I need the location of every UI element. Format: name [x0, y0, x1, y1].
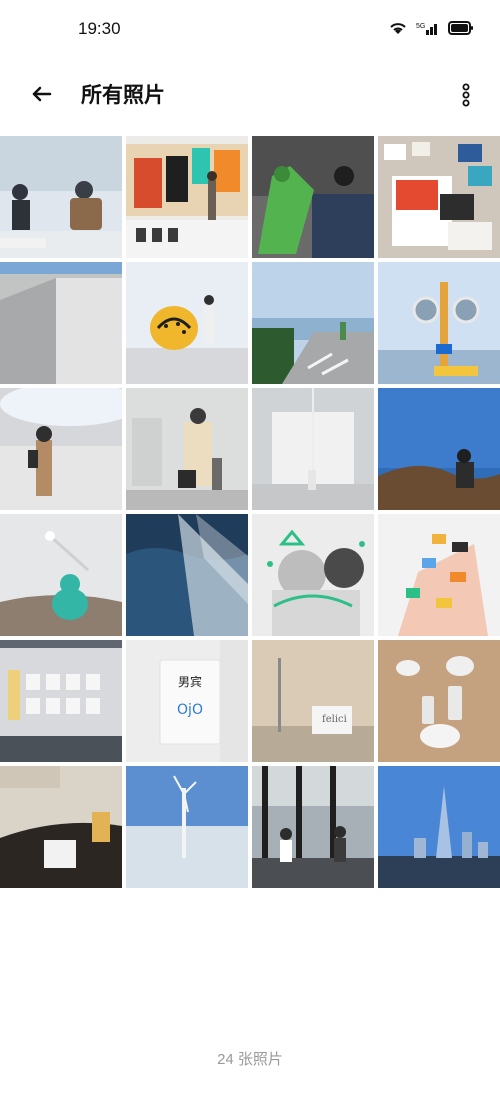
photo-thumbnail[interactable] — [0, 388, 122, 510]
svg-text:5G: 5G — [416, 23, 425, 30]
photo-thumbnail[interactable] — [378, 640, 500, 762]
photo-image: 男宾 OjO — [126, 640, 248, 762]
photo-image — [252, 136, 374, 258]
photo-image — [126, 766, 248, 888]
photo-thumbnail[interactable] — [0, 136, 122, 258]
back-button[interactable] — [28, 80, 56, 108]
photo-thumbnail[interactable] — [252, 766, 374, 888]
arrow-left-icon — [32, 86, 52, 102]
photo-image — [126, 388, 248, 510]
photo-thumbnail[interactable] — [378, 766, 500, 888]
app-bar: 所有照片 — [0, 64, 500, 126]
svg-text:OjO: OjO — [177, 702, 203, 718]
photo-image — [0, 136, 122, 258]
more-vertical-icon — [462, 83, 470, 107]
photo-image — [378, 640, 500, 762]
photo-image — [378, 766, 500, 888]
photo-image — [252, 388, 374, 510]
photo-thumbnail[interactable] — [126, 514, 248, 636]
battery-icon — [448, 21, 473, 35]
photo-image — [378, 388, 500, 510]
photo-thumbnail[interactable] — [0, 514, 122, 636]
photo-image — [252, 766, 374, 888]
photo-thumbnail[interactable] — [126, 136, 248, 258]
photo-image — [0, 640, 122, 762]
photo-thumbnail[interactable]: felici — [252, 640, 374, 762]
photo-image — [0, 514, 122, 636]
photo-image — [252, 514, 374, 636]
photo-image — [0, 766, 122, 888]
photo-thumbnail[interactable] — [0, 766, 122, 888]
page-title: 所有照片 — [81, 84, 165, 107]
status-bar: 19:30 5G — [0, 0, 500, 60]
photo-thumbnail[interactable] — [0, 262, 122, 384]
more-options-button[interactable] — [460, 80, 472, 110]
photo-image — [126, 262, 248, 384]
photo-thumbnail[interactable] — [126, 766, 248, 888]
photo-thumbnail[interactable] — [378, 514, 500, 636]
photo-thumbnail[interactable] — [252, 136, 374, 258]
photo-image — [0, 388, 122, 510]
cell-signal-icon: 5G — [416, 23, 437, 35]
photo-thumbnail[interactable] — [252, 262, 374, 384]
photo-count-label: 24 张照片 — [217, 1051, 283, 1068]
wifi-icon — [390, 23, 406, 34]
photo-thumbnail[interactable] — [252, 388, 374, 510]
svg-text:felici: felici — [322, 714, 347, 725]
photo-image — [378, 514, 500, 636]
photo-thumbnail[interactable] — [0, 640, 122, 762]
photo-thumbnail[interactable] — [126, 262, 248, 384]
photo-thumbnail[interactable] — [126, 388, 248, 510]
status-icons: 5G — [388, 20, 474, 36]
photo-image — [378, 262, 500, 384]
clock: 19:30 — [78, 19, 121, 38]
photo-image — [0, 262, 122, 384]
photo-thumbnail[interactable] — [378, 136, 500, 258]
photo-image — [126, 514, 248, 636]
svg-text:男宾: 男宾 — [178, 674, 202, 689]
photo-image — [378, 136, 500, 258]
photo-grid: 男宾 OjO felici — [0, 136, 500, 888]
photo-thumbnail[interactable]: 男宾 OjO — [126, 640, 248, 762]
photo-image — [252, 262, 374, 384]
photo-image — [126, 136, 248, 258]
photo-thumbnail[interactable] — [252, 514, 374, 636]
photo-image: felici — [252, 640, 374, 762]
photo-thumbnail[interactable] — [378, 262, 500, 384]
photo-thumbnail[interactable] — [378, 388, 500, 510]
